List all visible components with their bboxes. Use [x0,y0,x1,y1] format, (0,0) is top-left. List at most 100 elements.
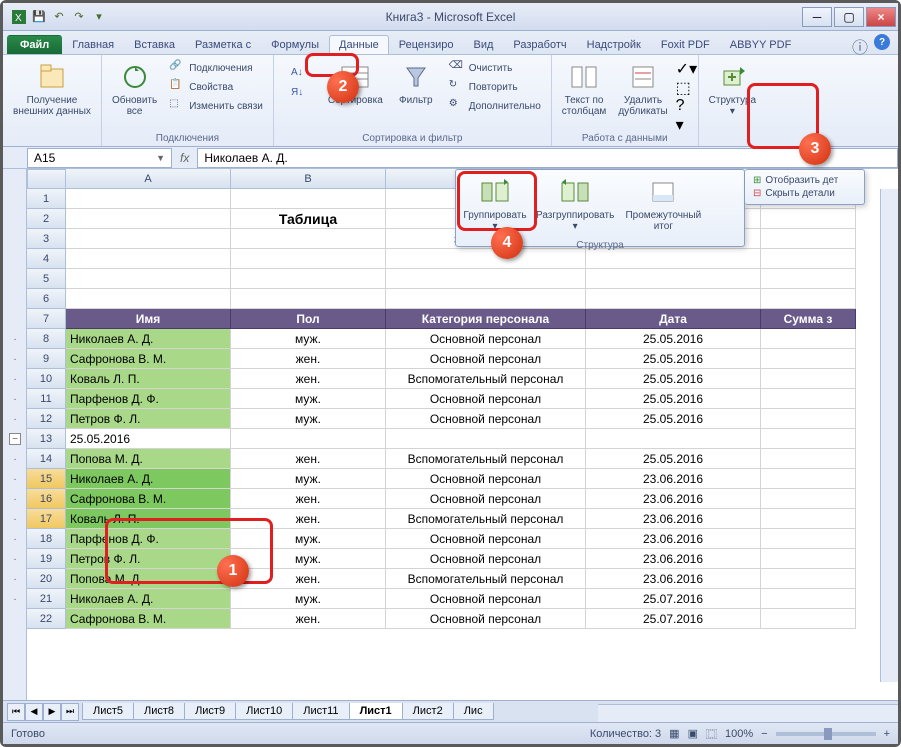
row-header[interactable]: 7 [27,309,66,329]
cell[interactable] [231,429,386,449]
cell[interactable]: Николаев А. Д. [66,469,231,489]
sheet-tab[interactable]: Лист9 [184,703,236,720]
cell[interactable]: жен. [231,449,386,469]
zoom-out-button[interactable]: − [761,728,767,740]
row-header[interactable]: 1 [27,189,66,209]
cell[interactable]: жен. [231,509,386,529]
undo-icon[interactable]: ↶ [51,9,67,25]
refresh-all-button[interactable]: Обновить все [108,59,161,131]
table-row[interactable]: 20Попова М. Д.жен.Вспомогательный персон… [27,569,856,589]
cell[interactable]: Дата [586,309,761,329]
next-sheet-button[interactable]: ▶ [43,703,61,721]
cell[interactable]: Вспомогательный персонал [386,509,586,529]
outline-indicator[interactable] [3,269,27,289]
cell[interactable]: Основной персонал [386,609,586,629]
cell[interactable] [761,349,856,369]
row-header[interactable]: 11 [27,389,66,409]
zoom-slider[interactable] [776,732,876,736]
outline-indicator[interactable]: · [3,389,27,409]
cell[interactable]: жен. [231,369,386,389]
name-box[interactable]: A15▼ [27,148,172,168]
row-header[interactable]: 10 [27,369,66,389]
cell[interactable]: жен. [231,569,386,589]
cell[interactable] [761,369,856,389]
cell[interactable] [761,449,856,469]
horizontal-scrollbar[interactable] [598,704,898,722]
cell[interactable]: 23.06.2016 [586,469,761,489]
outline-indicator[interactable]: · [3,329,27,349]
tab-review[interactable]: Рецензиро [389,35,464,54]
qat-item-icon[interactable]: ▾ [91,9,107,25]
cell[interactable]: 25.05.2016 [586,369,761,389]
tab-addins[interactable]: Надстройк [577,35,651,54]
outline-indicator[interactable] [3,209,27,229]
cell[interactable]: Сафронова В. М. [66,489,231,509]
row-header[interactable]: 16 [27,489,66,509]
cell[interactable] [386,429,586,449]
cell[interactable] [761,609,856,629]
cell[interactable]: жен. [231,349,386,369]
redo-icon[interactable]: ↷ [71,9,87,25]
cell[interactable]: 23.06.2016 [586,569,761,589]
cell[interactable]: Вспомогательный персонал [386,449,586,469]
table-row[interactable]: 9Сафронова В. М.жен.Основной персонал25.… [27,349,856,369]
outline-indicator[interactable]: − [3,429,27,449]
row-header[interactable]: 22 [27,609,66,629]
table-row[interactable]: 18Парфенов Д. Ф.муж.Основной персонал23.… [27,529,856,549]
cell[interactable]: Коваль Л. П. [66,509,231,529]
cell[interactable]: Основной персонал [386,329,586,349]
show-detail-button[interactable]: ⊞Отобразить дет [749,174,860,187]
table-row[interactable]: 6 [27,289,856,309]
cell[interactable] [586,269,761,289]
row-header[interactable]: 8 [27,329,66,349]
whatif-icon[interactable]: ?▾ [676,97,692,113]
cell[interactable] [586,289,761,309]
data-validation-icon[interactable]: ✓▾ [676,59,692,75]
cell[interactable]: Сафронова В. М. [66,609,231,629]
cell[interactable] [586,429,761,449]
cell[interactable]: Николаев А. Д. [66,589,231,609]
row-header[interactable]: 15 [27,469,66,489]
table-row[interactable]: 21Николаев А. Д.муж.Основной персонал25.… [27,589,856,609]
table-row[interactable]: 8Николаев А. Д.муж.Основной персонал25.0… [27,329,856,349]
hide-detail-button[interactable]: ⊟Скрыть детали [749,187,860,200]
outline-indicator[interactable] [3,189,27,209]
cell[interactable] [66,189,231,209]
cell[interactable] [231,189,386,209]
row-header[interactable]: 17 [27,509,66,529]
cell[interactable] [761,329,856,349]
subtotal-button[interactable]: Промежуточный итог [618,174,708,234]
table-row[interactable]: 15Николаев А. Д.муж.Основной персонал23.… [27,469,856,489]
sheet-tab[interactable]: Лист1 [349,703,403,720]
col-header[interactable]: B [231,169,386,189]
row-header[interactable]: 2 [27,209,66,229]
cell[interactable]: Вспомогательный персонал [386,369,586,389]
cell[interactable]: Николаев А. Д. [66,329,231,349]
cell[interactable]: Таблица [231,209,386,229]
cell[interactable]: Основной персонал [386,349,586,369]
table-row[interactable]: 7ИмяПолКатегория персоналаДатаСумма з [27,309,856,329]
cell[interactable]: 25.05.2016 [586,449,761,469]
cell[interactable]: муж. [231,549,386,569]
cell[interactable]: Основной персонал [386,469,586,489]
sheet-tab[interactable]: Лист10 [235,703,293,720]
group-button[interactable]: Группировать▾ [458,174,532,234]
row-header[interactable]: 5 [27,269,66,289]
cell[interactable]: 23.06.2016 [586,489,761,509]
cell[interactable]: Попова М. Д. [66,449,231,469]
cell[interactable]: 25.07.2016 [586,609,761,629]
minimize-button[interactable]: ─ [802,7,832,27]
row-header[interactable]: 21 [27,589,66,609]
table-row[interactable]: 12Петров Ф. Л.муж.Основной персонал25.05… [27,409,856,429]
table-row[interactable]: 19Петров Ф. Л.муж.Основной персонал23.06… [27,549,856,569]
first-sheet-button[interactable]: ⏮ [7,703,25,721]
get-external-data-button[interactable]: Получение внешних данных [9,59,95,119]
zoom-in-button[interactable]: + [884,728,890,740]
cell[interactable]: Имя [66,309,231,329]
outline-indicator[interactable] [3,609,27,629]
tab-foxit[interactable]: Foxit PDF [651,35,720,54]
prev-sheet-button[interactable]: ◀ [25,703,43,721]
row-header[interactable]: 13 [27,429,66,449]
cell[interactable] [761,229,856,249]
cell[interactable]: муж. [231,329,386,349]
